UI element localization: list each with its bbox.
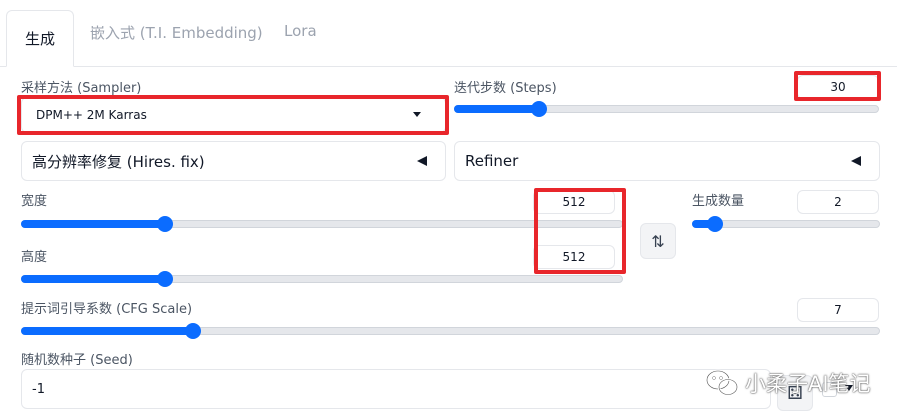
height-slider-thumb[interactable] [157, 271, 174, 287]
sampler-label: 采样方法 (Sampler) [21, 81, 142, 96]
sampler-value: DPM++ 2M Karras [36, 108, 147, 122]
width-input[interactable]: 512 [533, 190, 615, 214]
tab-divider [0, 66, 897, 67]
tab-bar: 生成 嵌入式 (T.I. Embedding) Lora [0, 0, 897, 67]
width-value: 512 [562, 195, 586, 209]
tab-lora[interactable]: Lora [284, 22, 317, 40]
height-label: 高度 [21, 250, 48, 265]
sampler-dropdown[interactable]: DPM++ 2M Karras [21, 97, 446, 133]
cfg-value: 7 [834, 303, 842, 317]
seed-input[interactable]: -1 [21, 369, 771, 409]
hires-fix-accordion[interactable]: 高分辨率修复 (Hires. fix) [21, 141, 446, 181]
hires-fix-label: 高分辨率修复 (Hires. fix) [32, 152, 205, 171]
tab-embedding-label: 嵌入式 (T.I. Embedding) [90, 24, 263, 42]
height-input[interactable]: 512 [533, 245, 615, 269]
width-slider-thumb[interactable] [157, 216, 174, 232]
steps-slider-fill [454, 105, 539, 113]
swap-dimensions-button[interactable]: ⇅ [640, 223, 676, 259]
batch-count-value: 2 [834, 195, 842, 209]
cfg-label: 提示词引导系数 (CFG Scale) [21, 302, 193, 317]
steps-label: 迭代步数 (Steps) [454, 81, 557, 96]
cfg-slider[interactable] [21, 323, 880, 339]
height-slider-fill [21, 275, 166, 283]
seed-label: 随机数种子 (Seed) [21, 353, 133, 368]
cfg-slider-thumb[interactable] [184, 323, 201, 339]
width-label: 宽度 [21, 194, 48, 209]
collapse-triangle-icon [851, 156, 861, 166]
steps-value: 30 [830, 80, 846, 94]
seed-value: -1 [32, 381, 45, 397]
width-slider-fill [21, 220, 166, 228]
steps-input[interactable]: 30 [797, 75, 879, 99]
tab-generate-label: 生成 [24, 30, 55, 48]
batch-count-label: 生成数量 [692, 194, 745, 209]
height-value: 512 [562, 250, 586, 264]
refiner-label: Refiner [465, 152, 519, 170]
chevron-down-icon [413, 112, 421, 117]
watermark: 小柔子AI笔记 [705, 366, 871, 400]
steps-slider-thumb[interactable] [531, 101, 547, 117]
refiner-accordion[interactable]: Refiner [454, 141, 880, 181]
batch-count-input[interactable]: 2 [797, 190, 879, 214]
width-slider[interactable] [21, 216, 623, 232]
steps-slider[interactable] [454, 101, 879, 117]
cfg-input[interactable]: 7 [797, 298, 879, 322]
tab-lora-label: Lora [284, 22, 317, 40]
swap-arrows-icon: ⇅ [651, 231, 665, 251]
wechat-logo-icon [705, 369, 739, 396]
tab-generate[interactable]: 生成 [6, 10, 74, 67]
collapse-triangle-icon [417, 156, 427, 166]
batch-count-slider[interactable] [692, 216, 880, 232]
height-slider[interactable] [21, 271, 623, 287]
batch-count-slider-thumb[interactable] [706, 216, 723, 232]
watermark-text: 小柔子AI笔记 [745, 372, 871, 396]
tab-embedding[interactable]: 嵌入式 (T.I. Embedding) [90, 22, 263, 43]
cfg-slider-fill [21, 327, 193, 335]
